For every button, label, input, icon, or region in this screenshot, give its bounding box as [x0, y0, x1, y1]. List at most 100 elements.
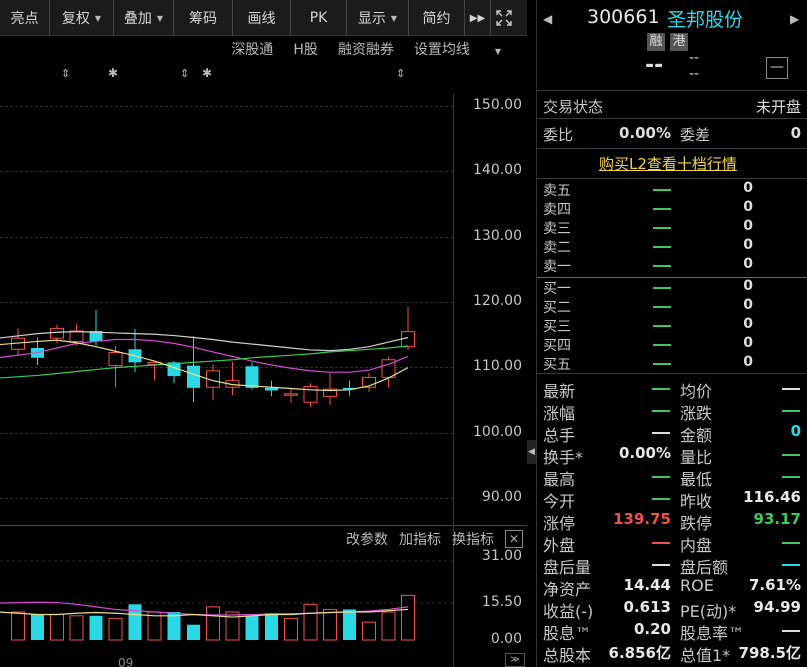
- quote-label: 最低: [680, 470, 713, 489]
- volume-bar-up: [284, 617, 298, 641]
- quote-row: 换手* 0.00% 量比: [537, 444, 807, 467]
- price-tick: 110.00: [473, 358, 522, 374]
- level-volume: 0: [743, 316, 753, 332]
- quote-label: 最新: [543, 382, 576, 401]
- overlay-label: 叠加: [123, 11, 152, 27]
- quote-label: 均价: [680, 382, 713, 401]
- quote-row: 收益(-) 0.613 PE(动)* 94.99: [537, 598, 807, 621]
- l2-upgrade-link[interactable]: 购买L2查看十档行情: [599, 153, 737, 174]
- quote-value: 0.613: [623, 598, 671, 616]
- level-volume: 0: [743, 256, 753, 272]
- volume-bar-up: [381, 611, 396, 641]
- pk-button[interactable]: PK: [291, 0, 347, 36]
- volume-tick: 0.00: [490, 631, 522, 647]
- stock-app: 亮点 复权 ▼ 叠加 ▼ 筹码 画线 PK 显示 ▼ 简约 ▶▶ 深股通 H股 融资融…: [0, 0, 807, 667]
- next-stock-icon[interactable]: ▶: [790, 12, 799, 26]
- overlay-dropdown[interactable]: 叠加 ▼: [114, 0, 174, 36]
- fullscreen-icon[interactable]: [491, 0, 517, 36]
- edit-params-link[interactable]: 改参数: [346, 529, 388, 549]
- pane-divider: [0, 525, 527, 526]
- value-placeholder: [782, 454, 800, 456]
- quote-label: 最高: [543, 470, 576, 489]
- quote-label: 昨收: [680, 492, 713, 511]
- quote-label: 总股本: [543, 646, 592, 665]
- quote-row: 涨幅 涨跌: [537, 400, 807, 423]
- level-label: 买二: [543, 300, 571, 316]
- draw-line-button[interactable]: 画线: [233, 0, 291, 36]
- scroll-right-icon[interactable]: ≫: [505, 653, 525, 667]
- value-placeholder: [782, 410, 800, 412]
- value-placeholder: [652, 410, 670, 412]
- value-placeholder: [652, 564, 670, 566]
- divider: [537, 373, 807, 374]
- level-label: 买四: [543, 338, 571, 354]
- last-price: --: [645, 53, 664, 78]
- stock-code: 300661: [587, 6, 660, 28]
- value-placeholder: [782, 542, 800, 544]
- change-percent: --: [689, 66, 700, 82]
- value-placeholder: [652, 476, 670, 478]
- chips-button[interactable]: 筹码: [174, 0, 233, 36]
- fast-forward-icon[interactable]: ▶▶: [465, 0, 491, 36]
- quote-label: 盘后额: [680, 558, 729, 577]
- candle-body-up: [108, 352, 123, 367]
- hk-connect-badge: 港: [670, 33, 688, 51]
- price-tick: 90.00: [481, 489, 522, 505]
- quote-row: 股息™ 0.20 股息率™: [537, 620, 807, 643]
- highlight-label: 亮点: [10, 11, 39, 27]
- quote-row: 外盘 内盘: [537, 532, 807, 555]
- date-tick: 09: [118, 656, 134, 667]
- divider: [537, 277, 807, 278]
- chevron-down-icon: ▼: [156, 13, 164, 23]
- trade-status-value: 未开盘: [755, 98, 801, 116]
- level-volume: 0: [743, 180, 753, 196]
- switch-indicator-link[interactable]: 换指标: [452, 529, 494, 549]
- quote-value: 0.00%: [618, 444, 671, 462]
- chart-plot: [0, 306, 453, 641]
- add-indicator-link[interactable]: 加指标: [399, 529, 441, 549]
- draw-line-label: 画线: [247, 11, 276, 27]
- buy-level-row: 买五 0: [537, 354, 807, 373]
- volume-toolbar: 改参数 加指标 换指标 ✕: [346, 529, 523, 549]
- adjust-dropdown[interactable]: 复权 ▼: [50, 0, 114, 36]
- quote-label: PE(动)*: [680, 602, 737, 621]
- level-label: 卖二: [543, 240, 571, 256]
- quote-value: 0.20: [633, 620, 671, 638]
- order-ratio-label: 委比: [543, 126, 574, 144]
- quote-row: 涨停 139.75 跌停 93.17: [537, 510, 807, 533]
- sell-level-row: 卖三 0: [537, 218, 807, 237]
- order-ratio-row: 委比 0.00% 委差 0: [537, 124, 807, 145]
- chevron-down-icon: ▼: [94, 13, 102, 23]
- divider: [537, 90, 807, 91]
- volume-bar-down: [31, 614, 44, 640]
- quote-label: 收益(-): [543, 602, 594, 621]
- quote-label: 涨停: [543, 514, 576, 533]
- display-dropdown[interactable]: 显示 ▼: [347, 0, 409, 36]
- minimize-icon[interactable]: —: [766, 57, 788, 79]
- price-placeholder: [653, 287, 671, 289]
- quote-label: 金额: [680, 426, 713, 445]
- volume-bar-up: [323, 608, 337, 641]
- price-tick: 100.00: [473, 424, 522, 440]
- price-placeholder: [653, 344, 671, 346]
- price-placeholder: [653, 306, 671, 308]
- collapse-panel-icon[interactable]: ◀: [527, 440, 536, 464]
- order-diff-value: 0: [790, 124, 801, 142]
- sell-level-row: 卖四 0: [537, 199, 807, 218]
- prev-stock-icon[interactable]: ◀: [543, 12, 552, 26]
- trade-status-label: 交易状态: [543, 98, 604, 116]
- quote-label: 外盘: [543, 536, 576, 555]
- close-icon[interactable]: ✕: [505, 530, 523, 548]
- buy-level-row: 买四 0: [537, 335, 807, 354]
- axis-line: [453, 94, 454, 667]
- highlight-button[interactable]: 亮点: [0, 0, 50, 36]
- quote-value: 0: [790, 422, 801, 440]
- simple-button[interactable]: 简约: [409, 0, 465, 36]
- trade-status-row: 交易状态 未开盘: [537, 96, 807, 117]
- kline-chart[interactable]: 深股通 H股 融资融券 设置均线 ▼ ⇕ ✱ ⇕ ✱ ⇕ 150.00 140.0…: [0, 36, 527, 667]
- value-placeholder: [652, 542, 670, 544]
- candle-body-down: [187, 365, 200, 388]
- ma-line-magenta: [0, 338, 409, 373]
- quote-label: 跌停: [680, 514, 713, 533]
- level-label: 卖一: [543, 259, 571, 275]
